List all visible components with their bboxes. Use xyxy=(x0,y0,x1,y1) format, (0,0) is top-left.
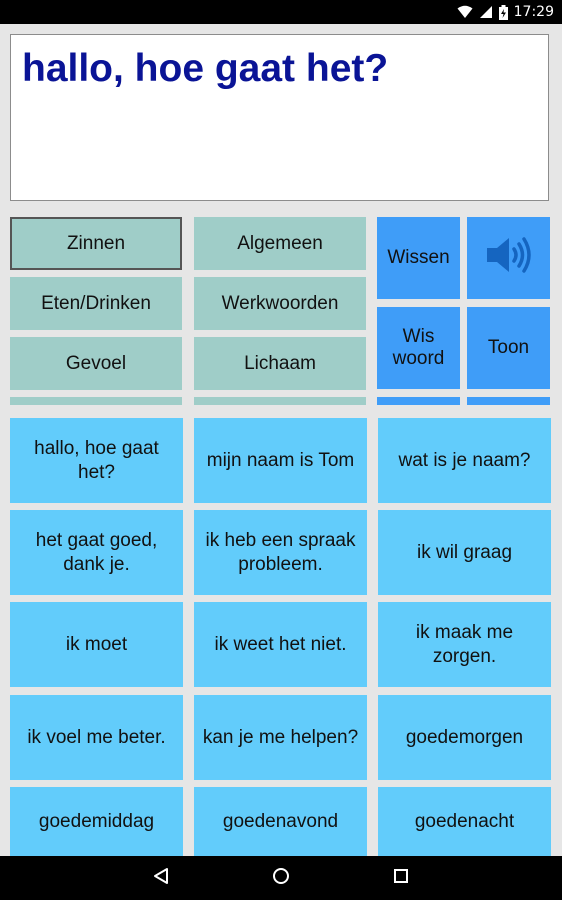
recents-button[interactable] xyxy=(371,856,431,900)
navigation-bar xyxy=(0,856,562,900)
category-eten-drinken-button[interactable]: Eten/Drinken xyxy=(10,277,182,330)
speaker-icon xyxy=(485,235,533,281)
show-button[interactable]: Toon xyxy=(467,307,550,389)
phrase-button[interactable]: wat is je naam? xyxy=(378,418,551,503)
recents-icon xyxy=(393,868,409,889)
category-zinnen-button[interactable]: Zinnen xyxy=(10,217,182,270)
back-icon xyxy=(152,867,170,890)
phrase-button[interactable]: ik wil graag xyxy=(378,510,551,595)
phrase-button[interactable]: hallo, hoe gaat het? xyxy=(10,418,183,503)
phrase-button[interactable]: ik weet het niet. xyxy=(194,602,367,687)
output-text-box[interactable]: hallo, hoe gaat het? xyxy=(10,34,549,201)
phrase-button[interactable]: ik voel me beter. xyxy=(10,695,183,780)
phrase-button[interactable]: kan je me helpen? xyxy=(194,695,367,780)
home-icon xyxy=(272,867,290,890)
category-gevoel-button[interactable]: Gevoel xyxy=(10,337,182,390)
phrase-button[interactable]: goedemiddag xyxy=(10,787,183,856)
clear-button[interactable]: Wissen xyxy=(377,217,460,299)
category-next-row-peek[interactable] xyxy=(10,397,182,405)
wifi-icon xyxy=(457,5,473,19)
status-icons: 17:29 xyxy=(457,0,554,24)
control-next-row-peek[interactable] xyxy=(467,397,550,405)
phrase-button[interactable]: ik heb een spraak probleem. xyxy=(194,510,367,595)
status-bar: 17:29 xyxy=(0,0,562,24)
category-werkwoorden-button[interactable]: Werkwoorden xyxy=(194,277,366,330)
category-algemeen-button[interactable]: Algemeen xyxy=(194,217,366,270)
phrase-button[interactable]: ik maak me zorgen. xyxy=(378,602,551,687)
output-text: hallo, hoe gaat het? xyxy=(22,47,389,90)
phrase-button[interactable]: het gaat goed, dank je. xyxy=(10,510,183,595)
phrase-button[interactable]: ik moet xyxy=(10,602,183,687)
status-time: 17:29 xyxy=(513,4,554,20)
battery-charging-icon xyxy=(498,4,508,20)
phrase-button[interactable]: goedenavond xyxy=(194,787,367,856)
phrase-button[interactable]: goedenacht xyxy=(378,787,551,856)
delete-word-button[interactable]: Wis woord xyxy=(377,307,460,389)
category-next-row-peek[interactable] xyxy=(194,397,366,405)
speak-button[interactable] xyxy=(467,217,550,299)
back-button[interactable] xyxy=(131,856,191,900)
phrase-button[interactable]: goedemorgen xyxy=(378,695,551,780)
phrase-button[interactable]: mijn naam is Tom xyxy=(194,418,367,503)
signal-icon xyxy=(479,5,493,19)
home-button[interactable] xyxy=(251,856,311,900)
category-lichaam-button[interactable]: Lichaam xyxy=(194,337,366,390)
control-next-row-peek[interactable] xyxy=(377,397,460,405)
